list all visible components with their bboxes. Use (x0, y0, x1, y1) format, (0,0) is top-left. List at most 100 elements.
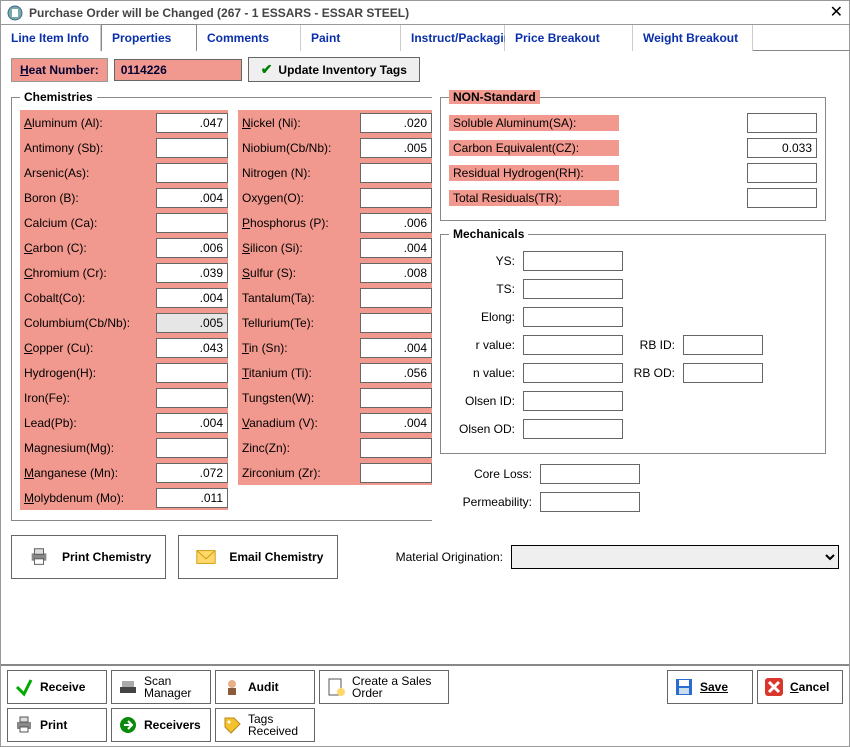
close-icon[interactable]: ✕ (830, 6, 843, 20)
carbon-equivalent-input[interactable] (747, 138, 817, 158)
cobalt-label: Cobalt(Co): (20, 290, 156, 306)
permeability-input[interactable] (540, 492, 640, 512)
nickel-input[interactable] (360, 113, 432, 133)
tab-paint[interactable]: Paint (301, 25, 401, 51)
receivers-button[interactable]: Receivers (111, 708, 211, 742)
columbium-input[interactable] (156, 313, 228, 333)
carbon-input[interactable] (156, 238, 228, 258)
oxygen-input[interactable] (360, 188, 432, 208)
sulfur-input[interactable] (360, 263, 432, 283)
hydrogen-label: Hydrogen(H): (20, 365, 156, 381)
tin-input[interactable] (360, 338, 432, 358)
heat-number-input[interactable] (114, 59, 242, 81)
core-loss-input[interactable] (540, 464, 640, 484)
magnesium-input[interactable] (156, 438, 228, 458)
arsenic-input[interactable] (156, 163, 228, 183)
tab-comments[interactable]: Comments (197, 25, 301, 51)
titanium-input[interactable] (360, 363, 432, 383)
olsen-id-input[interactable] (523, 391, 623, 411)
tab-strip: Line Item Info Properties Comments Paint… (1, 25, 849, 51)
cobalt-input[interactable] (156, 288, 228, 308)
save-button[interactable]: Save (667, 670, 753, 704)
antimony-input[interactable] (156, 138, 228, 158)
tungsten-label: Tungsten(W): (238, 390, 360, 406)
soluble-aluminum-input[interactable] (747, 113, 817, 133)
ys-label: YS: (449, 254, 515, 268)
residual-hydrogen-input[interactable] (747, 163, 817, 183)
email-chemistry-button[interactable]: Email Chemistry (178, 535, 338, 579)
nvalue-label: n value: (449, 366, 515, 380)
email-chemistry-label: Email Chemistry (229, 550, 323, 564)
save-icon (674, 677, 694, 697)
tungsten-input[interactable] (360, 388, 432, 408)
create-sales-order-icon (326, 677, 346, 697)
olsen-od-label: Olsen OD: (449, 422, 515, 436)
tags-received-button[interactable]: Tags Received (215, 708, 315, 742)
molybdenum-input[interactable] (156, 488, 228, 508)
zinc-input[interactable] (360, 438, 432, 458)
tab-instruct-packaging[interactable]: Instruct/Packaging (401, 25, 505, 51)
titlebar: Purchase Order will be Changed (267 - 1 … (1, 1, 849, 25)
print-chemistry-label: Print Chemistry (62, 550, 151, 564)
vanadium-label: Vanadium (V): (238, 415, 360, 431)
ts-input[interactable] (523, 279, 623, 299)
zinc-label: Zinc(Zn): (238, 440, 360, 456)
rvalue-input[interactable] (523, 335, 623, 355)
carbon-label: Carbon (C): (20, 240, 156, 256)
audit-icon (222, 677, 242, 697)
nvalue-input[interactable] (523, 363, 623, 383)
olsen-od-input[interactable] (523, 419, 623, 439)
boron-input[interactable] (156, 188, 228, 208)
rbid-input[interactable] (683, 335, 763, 355)
zirconium-input[interactable] (360, 463, 432, 483)
tab-price-breakout[interactable]: Price Breakout (505, 25, 633, 51)
print-button[interactable]: Print (7, 708, 107, 742)
lead-label: Lead(Pb): (20, 415, 156, 431)
core-loss-label: Core Loss: (440, 467, 532, 481)
tin-label: Tin (Sn): (238, 340, 360, 356)
material-origination-label: Material Origination: (396, 550, 503, 564)
niobium-input[interactable] (360, 138, 432, 158)
phosphorus-input[interactable] (360, 213, 432, 233)
silicon-label: Silicon (Si): (238, 240, 360, 256)
audit-button[interactable]: Audit (215, 670, 315, 704)
soluble-aluminum-label: Soluble Aluminum(SA): (449, 115, 619, 131)
chromium-input[interactable] (156, 263, 228, 283)
receive-icon (14, 677, 34, 697)
tantalum-input[interactable] (360, 288, 432, 308)
cancel-button[interactable]: Cancel (757, 670, 843, 704)
tellurium-label: Tellurium(Te): (238, 315, 360, 331)
aluminum-input[interactable] (156, 113, 228, 133)
rbod-input[interactable] (683, 363, 763, 383)
receive-button[interactable]: Receive (7, 670, 107, 704)
magnesium-label: Magnesium(Mg): (20, 440, 156, 456)
scan-manager-button[interactable]: Scan Manager (111, 670, 211, 704)
tellurium-input[interactable] (360, 313, 432, 333)
vanadium-input[interactable] (360, 413, 432, 433)
calcium-input[interactable] (156, 213, 228, 233)
silicon-input[interactable] (360, 238, 432, 258)
zirconium-label: Zirconium (Zr): (238, 465, 360, 481)
create-sales-order-button[interactable]: Create a Sales Order (319, 670, 449, 704)
manganese-input[interactable] (156, 463, 228, 483)
niobium-label: Niobium(Cb/Nb): (238, 140, 360, 156)
rvalue-label: r value: (449, 338, 515, 352)
tags-icon (222, 715, 242, 735)
nitrogen-input[interactable] (360, 163, 432, 183)
sulfur-label: Sulfur (S): (238, 265, 360, 281)
manganese-label: Manganese (Mn): (20, 465, 156, 481)
lead-input[interactable] (156, 413, 228, 433)
hydrogen-input[interactable] (156, 363, 228, 383)
print-chemistry-button[interactable]: Print Chemistry (11, 535, 166, 579)
tab-line-item-info[interactable]: Line Item Info (1, 25, 101, 51)
total-residuals-input[interactable] (747, 188, 817, 208)
tab-properties[interactable]: Properties (101, 24, 197, 52)
copper-input[interactable] (156, 338, 228, 358)
ys-input[interactable] (523, 251, 623, 271)
iron-label: Iron(Fe): (20, 390, 156, 406)
elong-input[interactable] (523, 307, 623, 327)
update-inventory-tags-button[interactable]: ✔ Update Inventory Tags (248, 57, 420, 82)
tab-weight-breakout[interactable]: Weight Breakout (633, 25, 753, 51)
material-origination-select[interactable] (511, 545, 839, 569)
iron-input[interactable] (156, 388, 228, 408)
